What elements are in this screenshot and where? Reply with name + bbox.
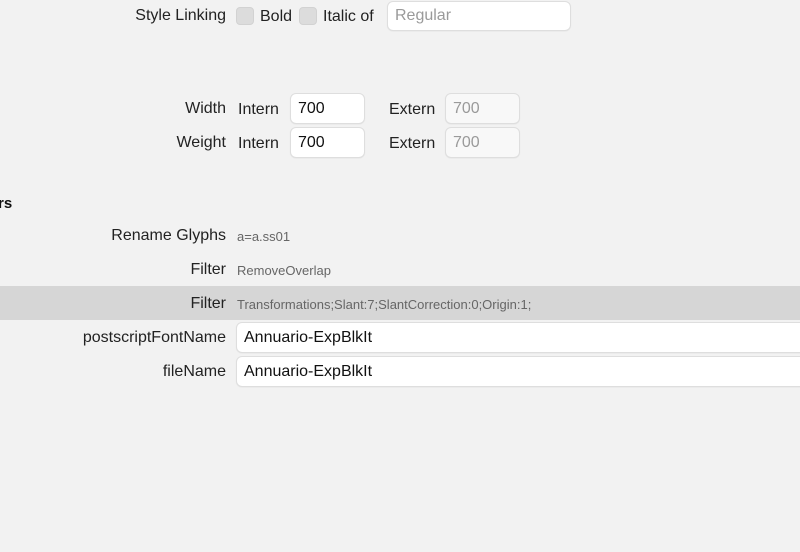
weight-intern-field[interactable] xyxy=(290,127,365,158)
postscript-font-name-field[interactable] xyxy=(236,322,800,353)
param-name-filter-1[interactable]: Filter xyxy=(60,260,226,280)
file-name-label: fileName xyxy=(162,363,226,380)
weight-extern-label: Extern xyxy=(389,135,436,152)
param-value-filter-2[interactable]: Transformations;Slant:7;SlantCorrection:… xyxy=(237,297,531,313)
italic-checkbox[interactable] xyxy=(299,7,317,25)
bold-checkbox[interactable] xyxy=(236,7,254,25)
width-extern-label: Extern xyxy=(389,101,436,118)
param-name-filter-2[interactable]: Filter xyxy=(60,294,226,314)
postscript-font-name-label: postscriptFontName xyxy=(82,329,226,346)
italic-of-field[interactable] xyxy=(387,1,571,31)
width-intern-field[interactable] xyxy=(290,93,365,124)
width-intern-label: Intern xyxy=(238,101,279,118)
file-name-field[interactable] xyxy=(236,356,800,387)
weight-extern-field[interactable] xyxy=(445,127,520,158)
width-extern-field[interactable] xyxy=(445,93,520,124)
weight-label: Weight xyxy=(176,134,226,151)
section-heading: rs xyxy=(0,195,13,212)
style-linking-label: Style Linking xyxy=(135,7,226,24)
italic-checkbox-label: Italic of xyxy=(323,8,374,25)
weight-intern-label: Intern xyxy=(238,135,279,152)
param-name-rename-glyphs[interactable]: Rename Glyphs xyxy=(60,226,226,246)
param-value-filter-1[interactable]: RemoveOverlap xyxy=(237,263,331,279)
bold-checkbox-label: Bold xyxy=(260,8,293,25)
width-label: Width xyxy=(185,100,226,117)
param-value-rename-glyphs[interactable]: a=a.ss01 xyxy=(237,229,290,245)
